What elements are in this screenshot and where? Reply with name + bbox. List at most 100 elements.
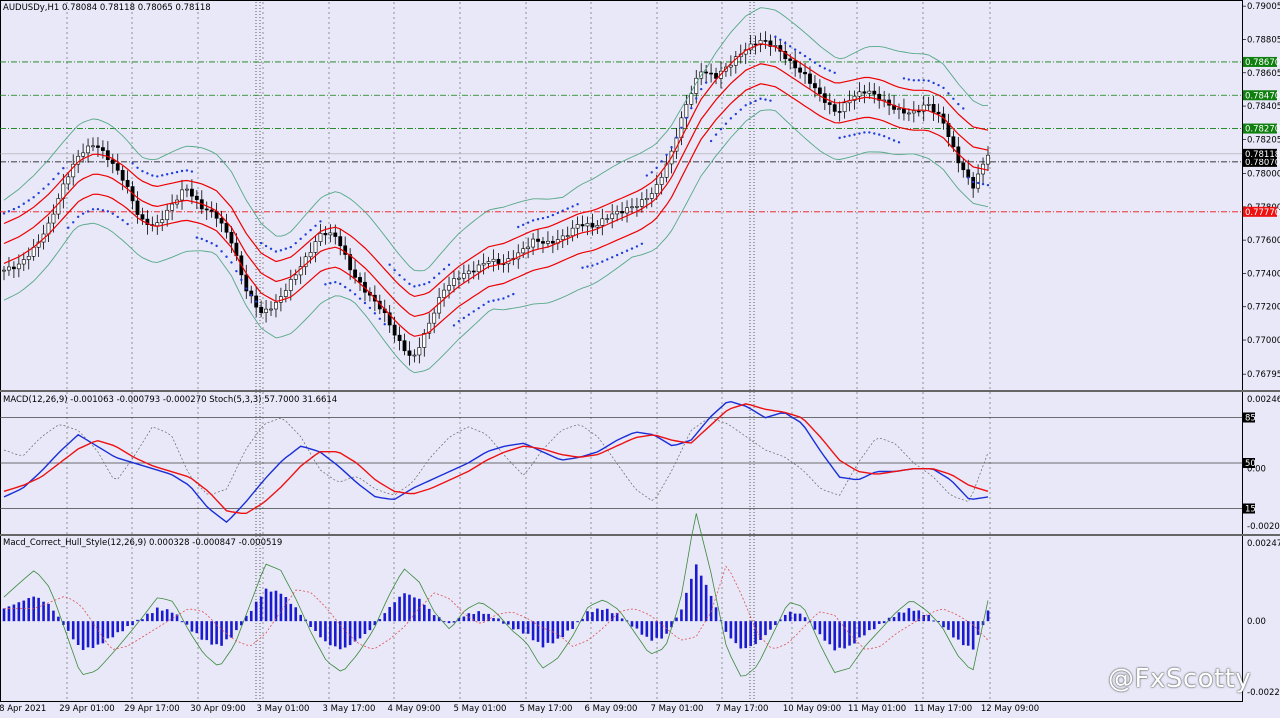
sar-dot [309,228,312,232]
sar-dot [957,102,960,106]
histogram-bar [561,621,565,638]
histogram-bar [482,613,485,622]
sar-dot [324,283,327,286]
sar-dot [418,284,421,287]
x-axis-label: 7 May 17:00 [716,704,769,714]
histogram-bar [694,564,698,622]
sar-dot [264,244,268,248]
histogram-bar [324,621,327,642]
sar-dot [828,69,831,72]
histogram-bar [512,621,515,630]
hull-y-tick-label: -0.002243 [1247,688,1280,698]
histogram-bar [868,621,871,631]
macd-line [3,400,989,524]
sar-dot [319,220,322,223]
hull-label: Macd_Correct_Hull_Style(12,26,9) 0.00032… [3,538,283,548]
candle-body [536,238,540,242]
histogram-bar [462,616,466,622]
sar-dot [784,41,787,45]
sar-dot [220,250,223,253]
sar-dot [348,289,352,292]
sar-dot [111,212,114,215]
chart-canvas[interactable]: 0.79005 0.78805 0.78605 0.78405 0.78205 0.780… [0,0,1280,718]
sar-dot [432,276,436,280]
stoch-level-label: 15 [1245,505,1256,515]
histogram-bar [516,621,520,630]
histogram-bar [902,612,906,622]
sar-dot [556,211,560,215]
sar-dot [482,303,485,307]
sar-dot [27,199,30,202]
x-axis-label: 10 May 09:00 [783,704,841,714]
sar-dot [136,166,139,169]
candle-body [936,111,941,115]
candle-body [457,277,461,280]
sar-dot [660,160,663,163]
macd-stoch-header: MACD(12,26,9) -0.001063 -0.000793 -0.000… [3,395,337,405]
histogram-bar [704,584,708,622]
sar-dot [67,226,70,229]
histogram-bar [497,618,500,622]
histogram-bar [793,613,797,622]
candle-body [125,180,130,187]
hull-y-tick-label: 0.002474 [1247,539,1280,549]
histogram-bar [319,621,322,638]
candle-body [432,312,437,324]
histogram-bar [403,593,406,622]
histogram-bar [932,620,935,622]
sar-dot [591,264,594,267]
candle-body [392,324,397,336]
histogram-bar [477,611,480,622]
sar-dot [289,245,292,249]
sar-dot [541,216,545,220]
sar-dot [200,237,203,241]
candle-body [610,213,615,219]
sar-dot [650,171,653,174]
histogram-bar [734,621,738,644]
sar-dot [86,210,90,213]
histogram-bar [249,610,253,622]
histogram-bar [788,611,792,622]
sar-dot [57,172,60,175]
histogram-bar [52,610,55,622]
sar-dot [368,306,372,310]
histogram-bar [798,613,802,622]
histogram-bar [927,614,930,622]
bollinger-lower-line [3,109,989,374]
sar-dot [976,181,980,185]
candle-body [422,332,427,348]
histogram-bar [116,621,120,633]
stoch-level-label: 85 [1245,414,1256,424]
sar-dot [907,78,911,81]
histogram-bar [353,621,357,642]
sar-dot [912,79,916,82]
sar-dot [245,287,248,290]
sar-dot [863,131,866,134]
histogram-bar [546,621,550,643]
x-axis-label: 5 May 01:00 [454,704,507,714]
candle-body [269,308,273,311]
sar-dot [754,99,757,103]
sar-dot [655,166,658,170]
ohlc-values: 0.78084 0.78118 0.78065 0.78118 [61,3,211,13]
histogram-bar [729,621,733,639]
histogram-bar [259,596,263,622]
candle-body [630,206,634,209]
histogram-bar [160,610,164,622]
sar-dot [428,281,431,284]
candle-body [140,214,145,220]
sar-dot [477,306,480,310]
candle-body [961,162,966,171]
sar-dot [843,135,846,138]
sar-dot [210,242,213,245]
sar-dot [215,244,218,248]
sar-dot [274,250,278,253]
y-tick-label: 0.78805 [1247,35,1280,45]
candle-body [639,199,644,207]
histogram-bar [398,596,401,622]
histogram-bar [333,621,337,647]
candle-body [541,241,545,244]
y-tick-label: 0.78205 [1247,135,1280,145]
x-axis-label: 3 May 17:00 [323,704,376,714]
sar-dot [180,169,184,173]
